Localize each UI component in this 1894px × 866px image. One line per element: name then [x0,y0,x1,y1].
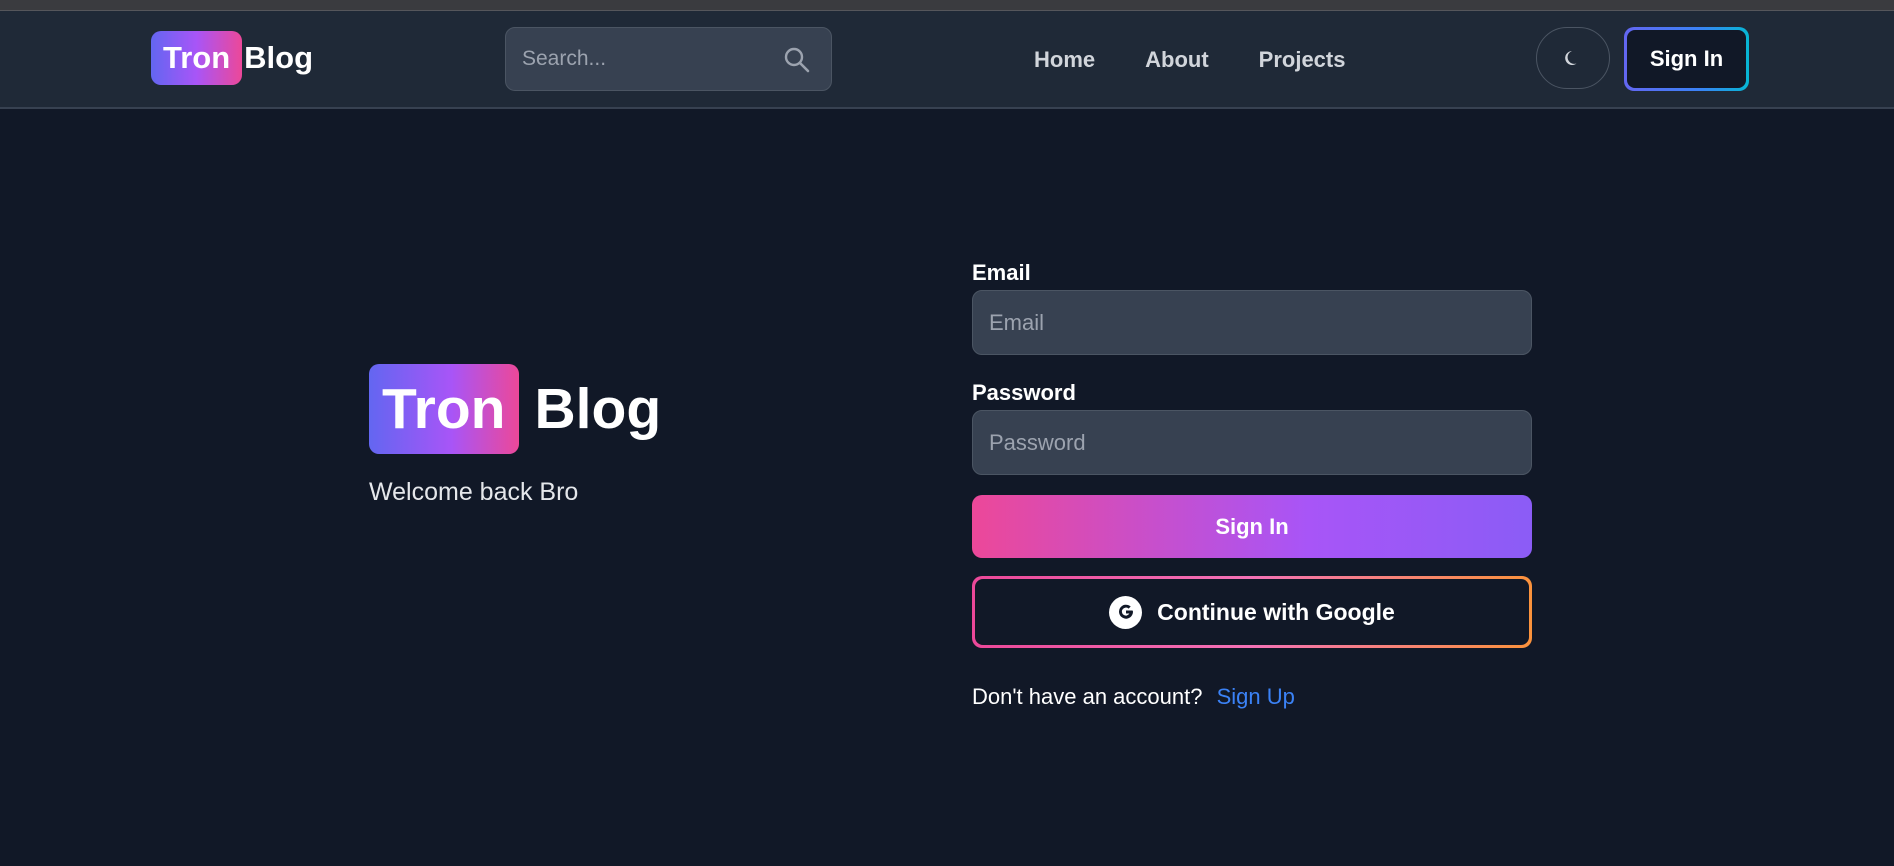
password-field[interactable] [972,410,1532,475]
signup-link[interactable]: Sign Up [1217,684,1295,709]
navbar-logo-text: Blog [244,40,314,75]
hero-logo-text: Blog [534,377,662,441]
theme-toggle-button[interactable] [1536,27,1610,89]
google-signin-button[interactable]: Continue with Google [972,576,1532,648]
signup-line: Don't have an account? Sign Up [972,684,1532,710]
signin-form: Email Password Sign In Continue with Goo… [972,260,1532,710]
navbar-logo-badge: Tron [151,31,243,85]
hero-subtitle: Welcome back Bro [369,478,579,506]
navbar-signin-label: Sign In [1627,30,1746,88]
nav-link-about[interactable]: About [1145,47,1209,73]
signup-prompt: Don't have an account? [972,684,1203,709]
navbar-signin-button[interactable]: Sign In [1624,27,1749,91]
hero-logo: Tron Blog [369,364,661,454]
google-button-label: Continue with Google [1157,598,1395,625]
password-label: Password [972,380,1076,405]
moon-icon [1565,51,1577,65]
google-icon [1109,595,1143,629]
email-field[interactable] [972,290,1532,355]
email-label: Email [972,260,1031,285]
google-signin-inner: Continue with Google [975,579,1529,645]
navbar-logo[interactable]: Tron Blog [151,31,313,85]
nav-links: Home About Projects [1034,47,1345,73]
signin-button[interactable]: Sign In [972,495,1532,558]
hero: Tron Blog Welcome back Bro [369,364,661,507]
navbar: Tron Blog Home About Projects Sign In [0,11,1894,109]
nav-link-projects[interactable]: Projects [1259,47,1346,73]
browser-top-strip [0,0,1894,11]
hero-logo-badge: Tron [369,364,519,454]
nav-link-home[interactable]: Home [1034,47,1095,73]
search-icon[interactable] [783,46,811,74]
search-box [505,27,832,91]
